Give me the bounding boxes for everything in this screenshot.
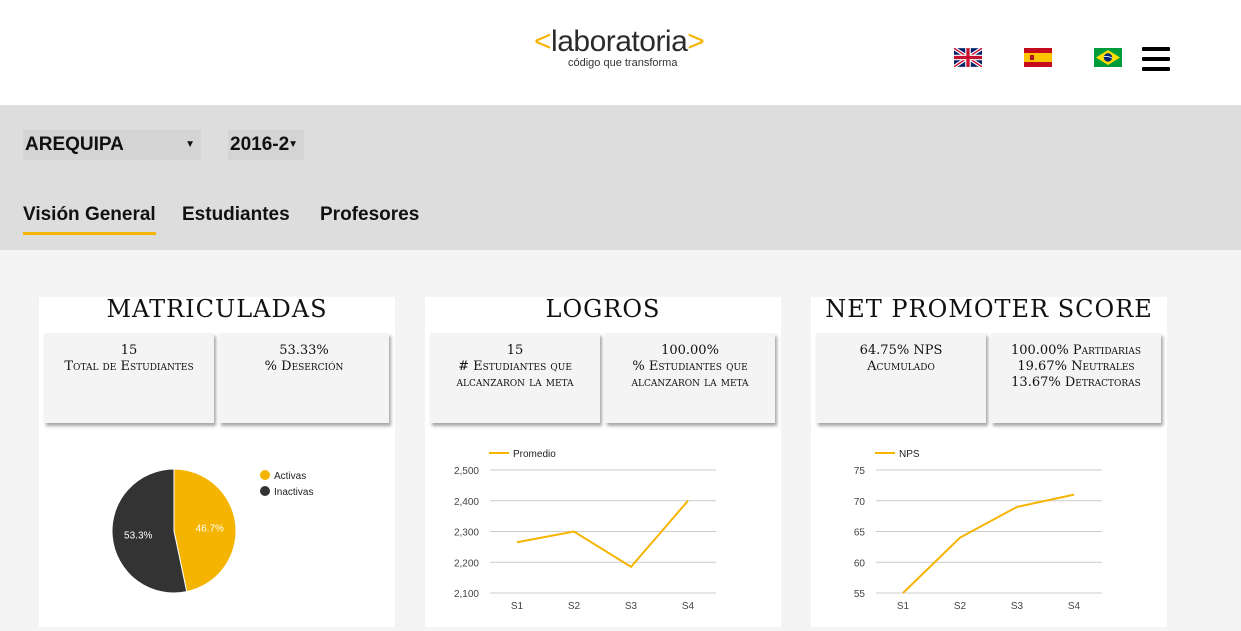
promedio-line-chart: 2,100 2,200 2,300 2,400 2,500 S1 S2 S3 S4 Promedi…: [425, 427, 781, 627]
legend-label-inactivas: Inactivas: [274, 487, 313, 498]
chevron-down-icon: ▼: [185, 139, 195, 150]
city-select[interactable]: AREQUIPA ▼: [23, 130, 201, 160]
filter-band: [0, 105, 1241, 250]
card-title: MATRICULADAS: [106, 295, 328, 323]
y-tick-label: 2,200: [454, 558, 479, 569]
card-title: NET PROMOTER SCORE: [825, 295, 1153, 323]
matriculadas-card: MATRICULADAS 15 Total de Estudiantes 53.…: [39, 295, 395, 627]
nps-acumulado-stat: 64.75% NPS Acumulado: [816, 333, 986, 423]
pie-slice-label: 46.7%: [196, 523, 224, 534]
x-tick-label: S2: [954, 601, 967, 612]
legend-label: Promedio: [513, 449, 556, 460]
city-select-value: AREQUIPA: [25, 134, 124, 155]
english-flag-icon[interactable]: [954, 48, 982, 67]
y-tick-label: 2,300: [454, 528, 479, 539]
term-select[interactable]: 2016-2 ▼: [228, 130, 304, 160]
series-line-nps: [902, 493, 1075, 594]
legend-label: NPS: [899, 449, 920, 460]
x-tick-label: S1: [511, 601, 524, 612]
x-tick-label: S4: [1068, 601, 1081, 612]
pie-slice-label: 53.3%: [124, 531, 152, 542]
logros-card: LOGROS 15 # Estudiantes que alcanzaron l…: [425, 295, 781, 627]
legend-label-activas: Activas: [274, 471, 306, 482]
tab-vision-general[interactable]: Visión General: [23, 204, 156, 235]
term-select-value: 2016-2: [230, 134, 290, 155]
logo-tagline: código que transforma: [568, 57, 678, 69]
nps-card: NET PROMOTER SCORE 64.75% NPS Acumulado …: [811, 295, 1167, 627]
nps-breakdown-stat: 100.00% Partidarias 19.67% Neutrales 13.…: [991, 333, 1161, 423]
y-tick-label: 55: [854, 589, 866, 600]
y-tick-label: 60: [854, 558, 866, 569]
laboratoria-logo[interactable]: <laboratoria> código que transforma: [534, 24, 718, 72]
y-tick-label: 2,100: [454, 589, 479, 600]
y-tick-label: 75: [854, 466, 866, 477]
logo-wordmark: <laboratoria>: [534, 25, 705, 58]
y-tick-label: 2,400: [454, 497, 479, 508]
porcentaje-meta-stat: 100.00% % Estudiantes que alcanzaron la …: [605, 333, 775, 423]
total-estudiantes-stat: 15 Total de Estudiantes: [44, 333, 214, 423]
legend-marker: [260, 470, 270, 480]
series-line-promedio: [516, 500, 689, 569]
x-tick-label: S1: [897, 601, 910, 612]
tab-estudiantes[interactable]: Estudiantes: [182, 204, 290, 226]
hamburger-menu-icon[interactable]: [1142, 47, 1170, 71]
spanish-flag-icon[interactable]: [1024, 48, 1052, 67]
enrollment-pie-chart: 46.7% 53.3% Activas Inactivas: [39, 427, 395, 627]
nps-line-chart: 55 60 65 70 75 S1 S2 S3 S4 NPS: [811, 427, 1167, 627]
x-tick-label: S2: [568, 601, 581, 612]
legend-marker: [260, 486, 270, 496]
desercion-stat: 53.33% % Deserción: [219, 333, 389, 423]
header: <laboratoria> código que transforma: [0, 0, 1241, 105]
y-tick-label: 70: [854, 497, 866, 508]
x-tick-label: S4: [682, 601, 695, 612]
chevron-down-icon: ▼: [288, 139, 298, 150]
y-tick-label: 65: [854, 528, 866, 539]
tab-profesores[interactable]: Profesores: [320, 204, 419, 226]
x-tick-label: S3: [625, 601, 638, 612]
card-title: LOGROS: [545, 295, 661, 323]
x-tick-label: S3: [1011, 601, 1024, 612]
estudiantes-meta-stat: 15 # Estudiantes que alcanzaron la meta: [430, 333, 600, 423]
y-tick-label: 2,500: [454, 466, 479, 477]
brazil-flag-icon[interactable]: [1094, 48, 1122, 67]
